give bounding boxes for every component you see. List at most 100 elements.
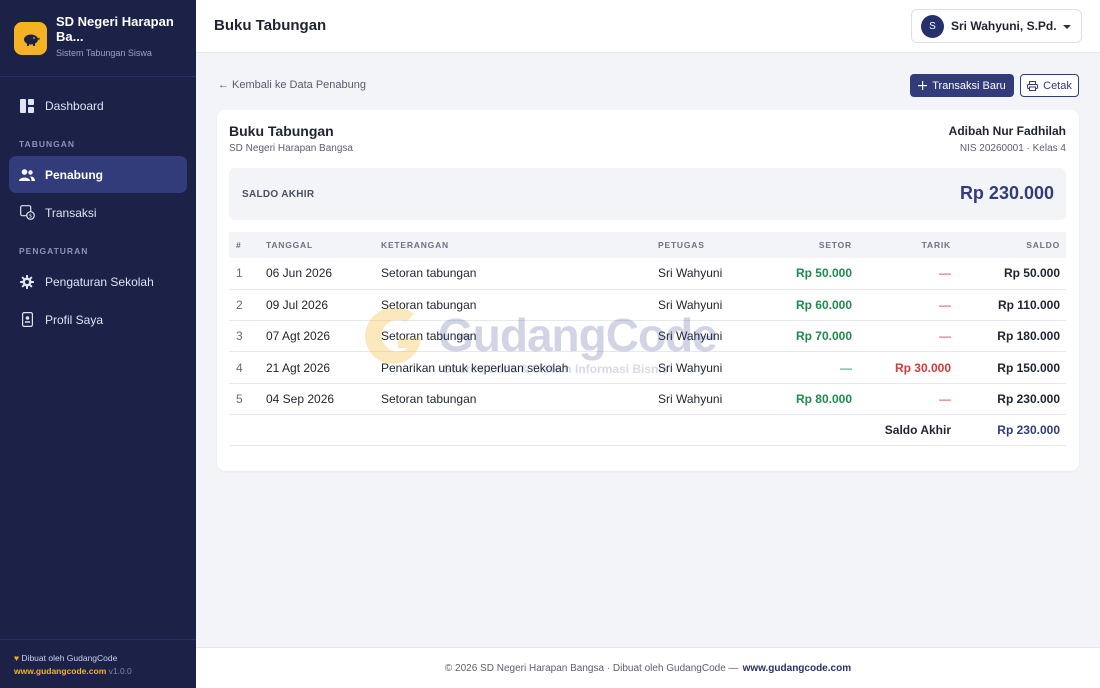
school-name: SD Negeri Harapan Ba... xyxy=(56,14,174,44)
profile-card-icon xyxy=(19,312,35,328)
col-header-keterangan: KETERANGAN xyxy=(381,232,658,258)
sidebar: SD Negeri Harapan Ba... Sistem Tabungan … xyxy=(0,0,196,688)
nav-section-pengaturan: PENGATURAN xyxy=(19,246,89,256)
table-row: 4 21 Agt 2026 Penarikan untuk keperluan … xyxy=(229,351,1066,384)
row-deposit: Rp 60.000 xyxy=(753,289,852,322)
row-balance: Rp 230.000 xyxy=(951,383,1066,415)
row-number: 3 xyxy=(229,320,266,353)
row-withdraw: — xyxy=(852,289,951,322)
table-row: 1 06 Jun 2026 Setoran tabungan Sri Wahyu… xyxy=(229,258,1066,290)
piggy-bank-icon xyxy=(14,22,47,55)
transaction-icon: $ xyxy=(19,205,35,221)
row-officer: Sri Wahyuni xyxy=(658,320,753,353)
row-date: 09 Jul 2026 xyxy=(266,289,381,322)
table-row: 3 07 Agt 2026 Setoran tabungan Sri Wahyu… xyxy=(229,320,1066,353)
col-header-tanggal: TANGGAL xyxy=(266,232,381,258)
heart-icon: ♥ xyxy=(14,653,20,663)
page-footer: © 2026 SD Negeri Harapan Bangsa · Dibuat… xyxy=(196,647,1100,688)
new-transaction-label: Transaksi Baru xyxy=(932,79,1006,92)
brand[interactable]: SD Negeri Harapan Ba... Sistem Tabungan … xyxy=(0,0,196,77)
made-by-text: Dibuat oleh GudangCode xyxy=(21,653,118,663)
sidebar-item-label: Pengaturan Sekolah xyxy=(45,274,154,289)
chevron-down-icon xyxy=(1063,25,1071,29)
student-info: NIS 20260001 · Kelas 4 xyxy=(959,143,1066,154)
card-title: Buku Tabungan xyxy=(229,123,334,139)
footer-text: © 2026 SD Negeri Harapan Bangsa · Dibuat… xyxy=(444,662,739,674)
row-withdraw: — xyxy=(852,383,951,415)
sidebar-item-transaksi[interactable]: $ Transaksi xyxy=(9,194,187,231)
row-withdraw: — xyxy=(852,320,951,353)
passbook-card: Buku Tabungan SD Negeri Harapan Bangsa A… xyxy=(217,110,1079,471)
row-officer: Sri Wahyuni xyxy=(658,383,753,415)
row-balance: Rp 180.000 xyxy=(951,320,1066,353)
row-description: Setoran tabungan xyxy=(381,320,658,353)
row-description: Setoran tabungan xyxy=(381,289,658,322)
student-name: Adibah Nur Fadhilah xyxy=(948,124,1066,138)
row-deposit: Rp 80.000 xyxy=(753,383,852,415)
row-deposit: Rp 50.000 xyxy=(753,258,852,290)
printer-icon xyxy=(1027,80,1039,91)
new-transaction-button[interactable]: Transaksi Baru xyxy=(910,74,1014,97)
row-balance: Rp 110.000 xyxy=(951,289,1066,322)
row-officer: Sri Wahyuni xyxy=(658,351,753,384)
sidebar-item-label: Transaksi xyxy=(45,205,97,220)
gear-icon xyxy=(19,274,35,290)
row-withdraw: — xyxy=(852,258,951,290)
footer-link[interactable]: www.gudangcode.com xyxy=(743,663,852,674)
row-deposit: — xyxy=(753,351,852,384)
row-date: 04 Sep 2026 xyxy=(266,383,381,415)
app-subtitle: Sistem Tabungan Siswa xyxy=(56,48,152,58)
dashboard-icon xyxy=(19,98,35,114)
school-name-label: SD Negeri Harapan Bangsa xyxy=(229,143,353,154)
row-deposit: Rp 70.000 xyxy=(753,320,852,353)
row-officer: Sri Wahyuni xyxy=(658,258,753,290)
users-icon xyxy=(19,167,35,183)
col-header-petugas: PETUGAS xyxy=(658,232,753,258)
svg-text:$: $ xyxy=(28,214,32,220)
row-number: 2 xyxy=(229,289,266,322)
balance-label: SALDO AKHIR xyxy=(242,189,315,200)
row-number: 1 xyxy=(229,258,266,290)
row-description: Setoran tabungan xyxy=(381,383,658,415)
row-balance: Rp 50.000 xyxy=(951,258,1066,290)
col-header-saldo: SALDO xyxy=(951,232,1066,258)
table-row: 5 04 Sep 2026 Setoran tabungan Sri Wahyu… xyxy=(229,383,1066,415)
gudangcode-link[interactable]: www.gudangcode.com xyxy=(14,666,106,676)
print-label: Cetak xyxy=(1043,79,1072,92)
plus-icon xyxy=(918,81,928,90)
sidebar-item-label: Penabung xyxy=(45,167,104,182)
row-number: 4 xyxy=(229,351,266,384)
sidebar-item-profil[interactable]: Profil Saya xyxy=(9,301,187,338)
row-date: 21 Agt 2026 xyxy=(266,351,381,384)
app-version: v1.0.0 xyxy=(108,666,132,676)
row-description: Penarikan untuk keperluan sekolah xyxy=(381,351,658,384)
balance-summary: SALDO AKHIR Rp 230.000 xyxy=(229,168,1066,220)
table-header-row: # TANGGAL KETERANGAN PETUGAS SETOR TARIK… xyxy=(229,232,1066,258)
sidebar-item-pengaturan-sekolah[interactable]: Pengaturan Sekolah xyxy=(9,263,187,300)
row-date: 07 Agt 2026 xyxy=(266,320,381,353)
ledger-table: # TANGGAL KETERANGAN PETUGAS SETOR TARIK… xyxy=(229,232,1066,447)
col-header-no: # xyxy=(229,232,266,258)
col-header-tarik: TARIK xyxy=(852,232,951,258)
avatar: S xyxy=(921,14,944,38)
topbar: Buku Tabungan S Sri Wahyuni, S.Pd. xyxy=(196,0,1100,53)
print-button[interactable]: Cetak xyxy=(1020,74,1079,97)
sidebar-footer: ♥ Dibuat oleh GudangCode www.gudangcode.… xyxy=(0,639,196,688)
sidebar-nav: Dashboard TABUNGAN Penabung $ Transaksi … xyxy=(0,77,196,338)
sidebar-item-dashboard[interactable]: Dashboard xyxy=(9,87,187,124)
sidebar-item-label: Dashboard xyxy=(45,98,104,113)
balance-value: Rp 230.000 xyxy=(959,183,1054,203)
table-total-row: Saldo Akhir Rp 230.000 xyxy=(229,414,1066,447)
nav-section-tabungan: TABUNGAN xyxy=(19,139,76,149)
total-label: Saldo Akhir xyxy=(852,414,951,447)
sidebar-item-penabung[interactable]: Penabung xyxy=(9,156,187,193)
total-value: Rp 230.000 xyxy=(951,414,1066,447)
sidebar-item-label: Profil Saya xyxy=(45,312,104,327)
row-number: 5 xyxy=(229,383,266,415)
row-balance: Rp 150.000 xyxy=(951,351,1066,384)
table-row: 2 09 Jul 2026 Setoran tabungan Sri Wahyu… xyxy=(229,289,1066,322)
row-date: 06 Jun 2026 xyxy=(266,258,381,290)
user-menu-button[interactable]: S Sri Wahyuni, S.Pd. xyxy=(911,9,1082,43)
back-link[interactable]: ← Kembali ke Data Penabung xyxy=(218,79,366,91)
page-title: Buku Tabungan xyxy=(214,17,327,34)
